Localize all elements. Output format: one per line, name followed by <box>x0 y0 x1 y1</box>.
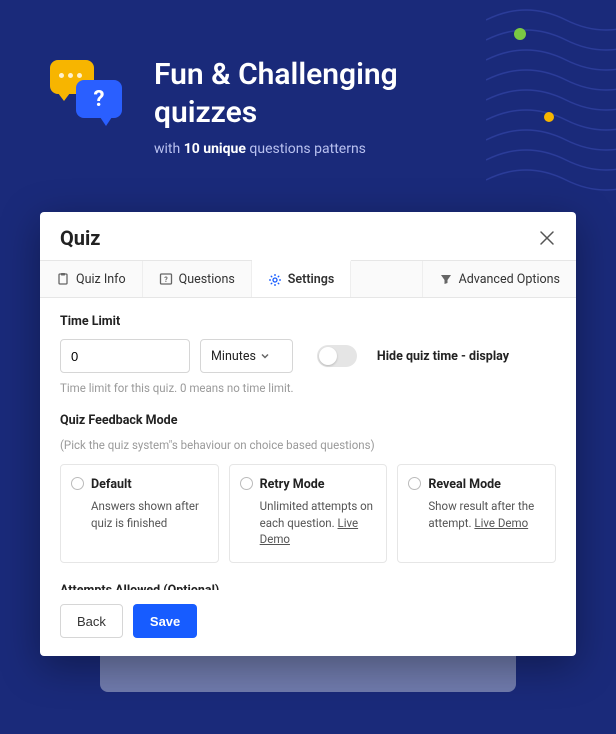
hero-section: ? Fun & Challenging quizzes with 10 uniq… <box>50 56 398 157</box>
option-title: Reveal Mode <box>428 477 543 492</box>
radio-icon <box>71 477 84 490</box>
feedback-mode-hint: (Pick the quiz system"s behaviour on cho… <box>60 438 556 452</box>
back-button[interactable]: Back <box>60 604 123 638</box>
time-unit-value: Minutes <box>211 349 256 364</box>
feedback-mode-label: Quiz Feedback Mode <box>60 413 556 428</box>
tab-quiz-info[interactable]: Quiz Info <box>40 261 143 297</box>
option-title: Retry Mode <box>260 477 375 492</box>
option-desc: Unlimited attempts on each question. Liv… <box>260 498 375 548</box>
attempts-label: Attempts Allowed (Optional) <box>60 583 556 590</box>
hero-title: Fun & Challenging quizzes <box>154 56 398 131</box>
tab-advanced-options[interactable]: Advanced Options <box>423 261 576 297</box>
question-bubble-icon: ? <box>76 80 122 118</box>
time-limit-label: Time Limit <box>60 314 556 329</box>
radio-icon <box>408 477 421 490</box>
chevron-down-icon <box>260 351 270 361</box>
hero-chat-icons: ? <box>50 56 130 136</box>
clipboard-icon <box>56 272 70 286</box>
filter-icon <box>439 272 453 286</box>
tab-bar: Quiz Info ? Questions Settings Advanced … <box>40 260 576 298</box>
decorative-shadow <box>100 656 516 692</box>
quiz-settings-panel: Quiz Quiz Info ? Questions Settings <box>40 212 576 656</box>
time-limit-input[interactable] <box>60 339 190 373</box>
live-demo-link[interactable]: Live Demo <box>474 516 528 530</box>
decorative-dot <box>544 112 554 122</box>
decorative-dot <box>514 28 526 40</box>
tab-label: Advanced Options <box>459 272 560 287</box>
feedback-option-reveal[interactable]: Reveal Mode Show result after the attemp… <box>397 464 556 563</box>
option-title: Default <box>91 477 206 492</box>
gear-icon <box>268 273 282 287</box>
tab-label: Questions <box>179 272 235 287</box>
feedback-option-retry[interactable]: Retry Mode Unlimited attempts on each qu… <box>229 464 388 563</box>
hide-time-toggle[interactable] <box>317 345 357 367</box>
panel-title: Quiz <box>60 226 100 250</box>
save-button[interactable]: Save <box>133 604 197 638</box>
hero-subtitle: with 10 unique questions patterns <box>154 141 398 157</box>
svg-text:?: ? <box>164 276 168 284</box>
time-unit-select[interactable]: Minutes <box>200 339 293 373</box>
question-mark: ? <box>94 87 105 112</box>
tab-label: Settings <box>288 272 335 287</box>
feedback-option-default[interactable]: Default Answers shown after quiz is fini… <box>60 464 219 563</box>
tab-label: Quiz Info <box>76 272 126 287</box>
tab-questions[interactable]: ? Questions <box>143 261 252 297</box>
radio-icon <box>240 477 253 490</box>
option-desc: Answers shown after quiz is finished <box>91 498 206 531</box>
hide-time-label: Hide quiz time - display <box>377 349 509 364</box>
decorative-waves <box>486 0 616 200</box>
close-icon[interactable] <box>538 229 556 247</box>
option-desc: Show result after the attempt. Live Demo <box>428 498 543 531</box>
tab-settings[interactable]: Settings <box>252 260 352 297</box>
time-limit-hint: Time limit for this quiz. 0 means no tim… <box>60 381 556 395</box>
question-list-icon: ? <box>159 272 173 286</box>
